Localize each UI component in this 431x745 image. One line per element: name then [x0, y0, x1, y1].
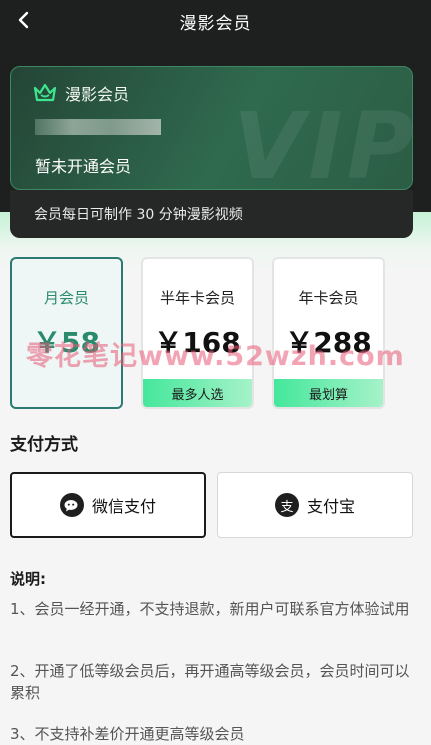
crown-icon — [33, 83, 57, 102]
alipay-option[interactable]: 支 支付宝 — [217, 472, 413, 538]
vip-watermark: VIP — [233, 93, 413, 190]
plan-badge: 最划算 — [274, 379, 383, 407]
plan-badge: 最多人选 — [143, 379, 252, 407]
wechat-pay-label: 微信支付 — [91, 497, 156, 516]
wechat-icon — [59, 493, 84, 517]
vip-card: VIP 漫影会员 暂未开通会员 — [10, 66, 413, 190]
vip-brand: 漫影会员 — [33, 81, 129, 105]
wechat-pay-option[interactable]: 微信支付 — [10, 472, 206, 538]
vip-brand-label: 漫影会员 — [65, 85, 130, 104]
alipay-label: 支付宝 — [306, 497, 355, 516]
back-button[interactable] — [12, 8, 36, 32]
plan-name: 月会员 — [43, 289, 89, 307]
note-item: 2、开通了低等级会员后，再开通高等级会员，会员时间可以累积 — [10, 662, 410, 702]
nav-bar: 漫影会员 — [0, 0, 431, 42]
note-item: 1、会员一经开通，不支持退款，新用户可联系官方体验试用 — [10, 600, 410, 618]
note-item: 3、不支持补差价开通更高等级会员 — [10, 725, 245, 743]
alipay-icon: 支 — [274, 493, 299, 517]
plan-half-year[interactable]: 半年卡会员 ￥168 最多人选 — [141, 257, 254, 409]
chevron-left-icon — [18, 11, 29, 29]
membership-status: 暂未开通会员 — [35, 157, 132, 176]
page-title: 漫影会员 — [179, 13, 252, 34]
plan-yearly[interactable]: 年卡会员 ￥288 最划算 — [272, 257, 385, 409]
plan-name: 年卡会员 — [298, 289, 359, 307]
vip-benefit-text: 会员每日可制作 30 分钟漫影视频 — [10, 190, 413, 238]
plan-name: 半年卡会员 — [159, 289, 235, 307]
blurred-username — [35, 119, 161, 135]
payment-section-title: 支付方式 — [10, 435, 78, 455]
plan-price: ￥288 — [285, 326, 372, 359]
plan-price: ￥58 — [33, 326, 100, 359]
plan-monthly[interactable]: 月会员 ￥58 — [10, 257, 123, 409]
plan-price: ￥168 — [154, 326, 241, 359]
notes-title: 说明: — [10, 570, 46, 588]
